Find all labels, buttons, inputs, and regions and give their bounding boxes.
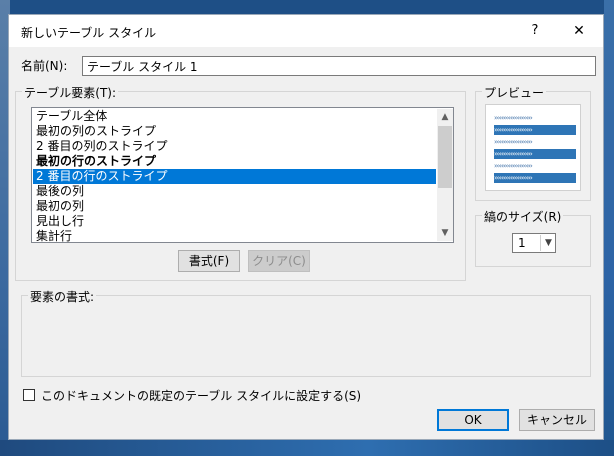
desktop-background-bottom [0, 440, 614, 456]
preview-row: ››››››››››››››››››››› [494, 137, 576, 147]
list-scrollbar[interactable]: ▲ ▼ [437, 109, 453, 241]
table-elements-list[interactable]: テーブル全体 最初の列のストライプ 2 番目の列のストライプ 最初の行のストライプ 2 … [31, 107, 454, 243]
preview-row: ››››››››››››››››››››› [494, 149, 576, 159]
element-format-label: 要素の書式: [28, 288, 97, 305]
element-format-group: 要素の書式: [21, 288, 591, 377]
list-item[interactable]: 2 番目の列のストライプ [33, 139, 436, 154]
name-input[interactable] [82, 56, 596, 76]
dialog-title: 新しいテーブル スタイル [21, 26, 157, 40]
list-item[interactable]: 最初の行のストライプ [33, 154, 436, 169]
list-item[interactable]: 見出し行 [33, 214, 436, 229]
preview-row-pattern: ››››››››››››››››››››› [494, 138, 533, 146]
preview-row-pattern: ››››››››››››››››››››› [494, 126, 533, 134]
preview-label: プレビュー [482, 84, 547, 101]
chevron-down-icon[interactable]: ▼ [540, 235, 556, 251]
default-style-checkbox[interactable] [23, 389, 35, 401]
preview-row-pattern: ››››››››››››››››››››› [494, 150, 533, 158]
list-items-container: テーブル全体 最初の列のストライプ 2 番目の列のストライプ 最初の行のストライプ 2 … [33, 109, 436, 242]
table-elements-label: テーブル要素(T): [22, 84, 119, 101]
list-item[interactable]: 2 番目の行のストライプ [33, 169, 436, 184]
close-button[interactable]: ✕ [561, 19, 597, 43]
table-style-preview: ››››››››››››››››››››› ››››››››››››››››››… [485, 104, 581, 191]
preview-row-pattern: ››››››››››››››››››››› [494, 114, 533, 122]
list-item[interactable]: 最後の列 [33, 184, 436, 199]
preview-row: ››››››››››››››››››››› [494, 161, 576, 171]
scroll-thumb[interactable] [438, 126, 452, 188]
list-item[interactable]: 集計行 [33, 229, 436, 242]
new-table-style-dialog: 新しいテーブル スタイル ? ✕ 名前(N): テーブル要素(T): テーブル全… [8, 14, 604, 440]
preview-row: ››››››››››››››››››››› [494, 173, 576, 183]
preview-row-pattern: ››››››››››››››››››››› [494, 162, 533, 170]
clear-button[interactable]: クリア(C) [248, 250, 310, 272]
ok-button[interactable]: OK [437, 409, 509, 431]
format-button[interactable]: 書式(F) [178, 250, 240, 272]
name-label: 名前(N): [21, 59, 68, 73]
scroll-down-arrow-icon[interactable]: ▼ [437, 225, 453, 241]
help-button[interactable]: ? [517, 19, 553, 43]
list-item[interactable]: 最初の列のストライプ [33, 124, 436, 139]
stripe-size-value: 1 [518, 236, 526, 250]
default-style-checkbox-label[interactable]: このドキュメントの既定のテーブル スタイルに設定する(S) [41, 387, 361, 404]
preview-row-pattern: ››››››››››››››››››››› [494, 174, 533, 182]
stripe-size-select[interactable]: 1 ▼ [512, 233, 556, 253]
preview-row: ››››››››››››››››››››› [494, 113, 576, 123]
preview-row: ››››››››››››››››››››› [494, 125, 576, 135]
title-bar: 新しいテーブル スタイル ? ✕ [9, 15, 603, 47]
scroll-up-arrow-icon[interactable]: ▲ [437, 109, 453, 125]
desktop-background-right [604, 0, 614, 456]
list-item[interactable]: 最初の列 [33, 199, 436, 214]
cancel-button[interactable]: キャンセル [519, 409, 595, 431]
list-item[interactable]: テーブル全体 [33, 109, 436, 124]
stripe-size-label: 縞のサイズ(R) [482, 208, 564, 225]
